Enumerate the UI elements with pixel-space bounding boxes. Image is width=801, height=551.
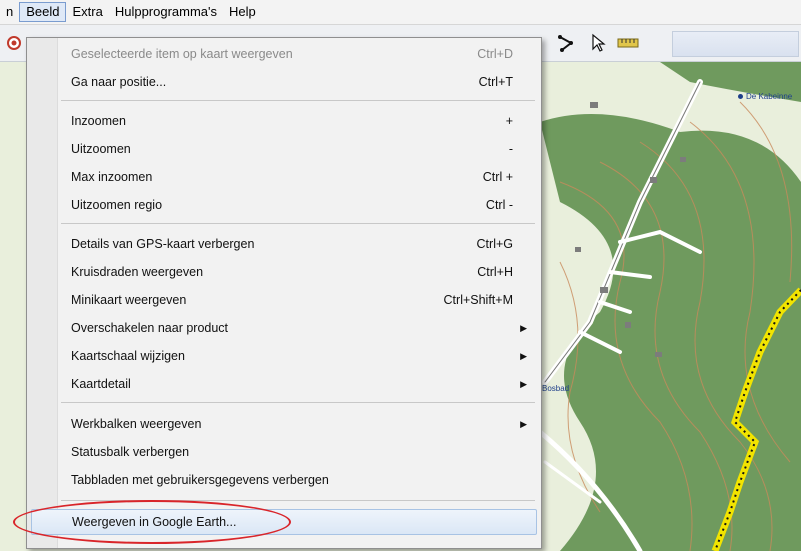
menu-item-show-toolbars[interactable]: Werkbalken weergeven ▶: [27, 412, 541, 436]
menu-item-switch-to-product[interactable]: Overschakelen naar product ▶: [27, 316, 541, 340]
menu-separator: [61, 500, 535, 501]
beeld-dropdown-menu: Geselecteerde item op kaart weergeven Ct…: [26, 37, 542, 549]
menu-item-view-in-google-earth[interactable]: Weergeven in Google Earth...: [31, 509, 537, 535]
menu-item-hide-user-data-tabs[interactable]: Tabbladen met gebruikersgegevens verberg…: [27, 468, 541, 492]
menu-item-zoom-out[interactable]: Uitzoomen -: [27, 137, 541, 161]
route-tool-button[interactable]: [555, 31, 579, 55]
menu-item-change-map-scale[interactable]: Kaartschaal wijzigen ▶: [27, 344, 541, 368]
menu-item-hide-statusbar[interactable]: Statusbalk verbergen: [27, 440, 541, 464]
measure-tool-button[interactable]: [616, 31, 640, 55]
menubar-item-beeld[interactable]: Beeld: [19, 2, 67, 22]
record-icon: [7, 36, 21, 50]
map-label-bosbad: Bosbad: [542, 384, 570, 393]
select-tool-button[interactable]: [586, 31, 610, 55]
menubar-item-extra[interactable]: Extra: [66, 2, 108, 22]
menu-item-show-selected-on-map[interactable]: Geselecteerde item op kaart weergeven Ct…: [27, 42, 541, 66]
menu-bar: n Beeld Extra Hulpprogramma's Help: [0, 0, 801, 25]
record-button[interactable]: [2, 31, 26, 55]
ruler-icon: [617, 38, 639, 48]
submenu-arrow-icon: ▶: [520, 379, 527, 389]
submenu-arrow-icon: ▶: [520, 419, 527, 429]
map-label-poi: De Kabeinne: [738, 92, 792, 101]
menu-separator: [61, 402, 535, 403]
menu-item-hide-gps-map-details[interactable]: Details van GPS-kaart verbergen Ctrl+G: [27, 232, 541, 256]
menubar-item-help[interactable]: Help: [223, 2, 262, 22]
menubar-item-hulpprogrammas[interactable]: Hulpprogramma's: [109, 2, 223, 22]
toolbar-strip: [672, 31, 799, 57]
route-tool-icon: [558, 35, 573, 52]
menu-item-zoom-in[interactable]: Inzoomen +: [27, 109, 541, 133]
submenu-arrow-icon: ▶: [520, 351, 527, 361]
menu-separator: [61, 100, 535, 101]
menu-item-zoom-out-region[interactable]: Uitzoomen regio Ctrl -: [27, 193, 541, 217]
poi-pin-icon: [738, 94, 743, 100]
menubar-item-partial[interactable]: n: [0, 2, 19, 22]
submenu-arrow-icon: ▶: [520, 323, 527, 333]
pointer-icon: [592, 33, 606, 52]
menu-item-show-minimap[interactable]: Minikaart weergeven Ctrl+Shift+M: [27, 288, 541, 312]
menu-item-max-zoom-in[interactable]: Max inzoomen Ctrl +: [27, 165, 541, 189]
menu-item-go-to-position[interactable]: Ga naar positie... Ctrl+T: [27, 70, 541, 94]
menu-separator: [61, 223, 535, 224]
menu-item-show-crosshairs[interactable]: Kruisdraden weergeven Ctrl+H: [27, 260, 541, 284]
menu-item-map-detail[interactable]: Kaartdetail ▶: [27, 372, 541, 396]
